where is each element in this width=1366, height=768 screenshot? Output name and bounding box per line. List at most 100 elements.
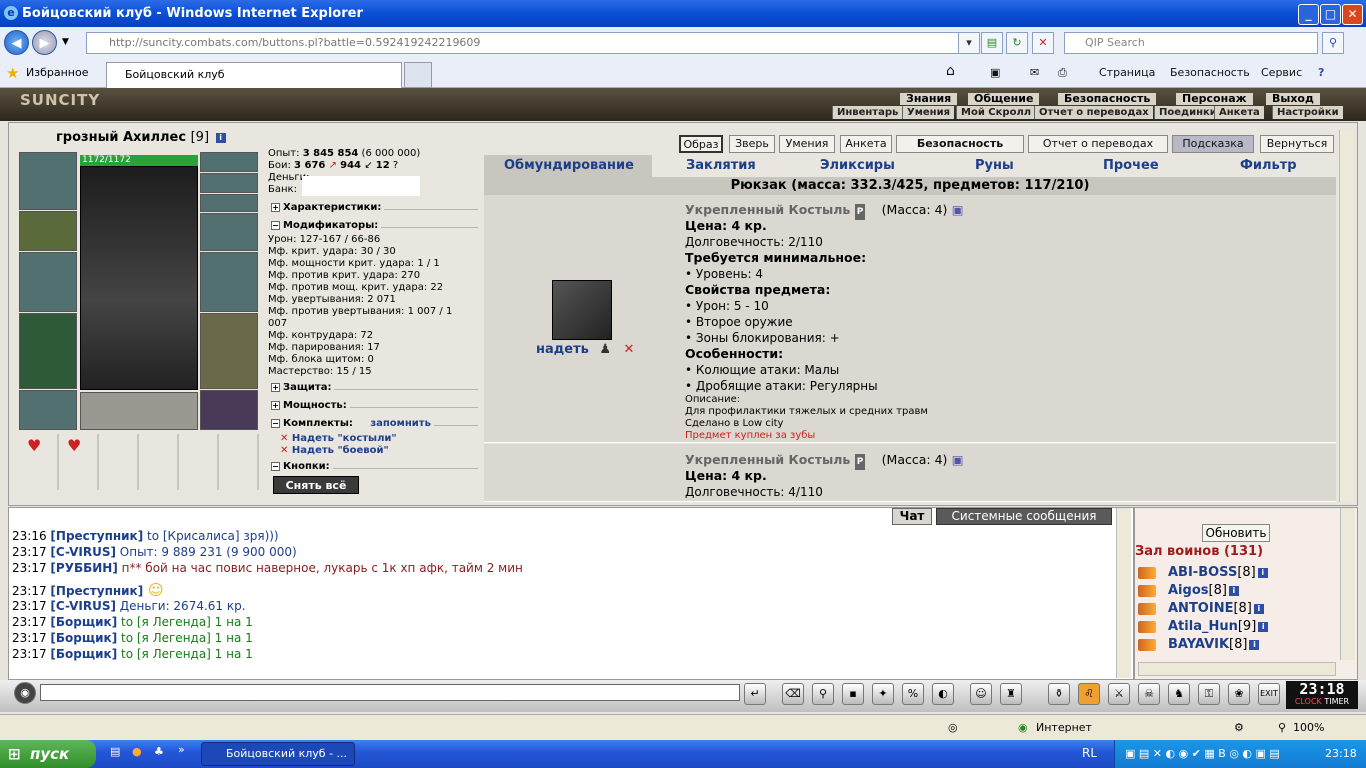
info-icon[interactable]: i (1253, 603, 1264, 614)
set-boevoy[interactable]: ✕ Надеть "боевой" (280, 445, 389, 457)
ghost-icon[interactable]: ☠ (1138, 683, 1160, 705)
user-nick[interactable]: ABI-BOSS (1168, 565, 1237, 580)
fighter-icon[interactable]: ✦ (872, 683, 894, 705)
buttons-header[interactable]: − Кнопки: (268, 460, 478, 474)
system-messages-tab[interactable]: Системные сообщения (936, 508, 1112, 525)
menu-security[interactable]: Безопасность (1058, 93, 1157, 105)
boots-slot[interactable] (200, 390, 258, 430)
taskbar-window-button[interactable]: Бойцовский клуб - ... (201, 742, 355, 766)
url-dropdown-icon[interactable]: ▾ (958, 32, 980, 54)
btn-skills[interactable]: Умения (779, 135, 835, 153)
characteristics-header[interactable]: + Характеристики: (268, 201, 478, 215)
feeds-icon[interactable]: ▣ (990, 66, 1000, 79)
language-indicator[interactable]: RL (1082, 746, 1097, 760)
ring-slots[interactable] (200, 194, 258, 212)
smiley-icon[interactable]: ☺ (970, 683, 992, 705)
armor-slot[interactable] (19, 313, 77, 389)
weapon-right-slot[interactable] (200, 252, 258, 312)
chat-nick[interactable]: [Борщик] (50, 631, 117, 645)
sound-icon[interactable]: ◐ (932, 683, 954, 705)
paw-icon[interactable]: ❀ (1228, 683, 1250, 705)
start-button[interactable]: ⊞ пуск (0, 740, 96, 768)
btn-image[interactable]: Образ (679, 135, 723, 153)
exit-icon[interactable]: EXIT (1258, 683, 1280, 705)
info-icon[interactable]: i (1258, 621, 1269, 632)
modifiers-header[interactable]: − Модификаторы: (268, 219, 478, 233)
rune-slots[interactable] (80, 392, 198, 430)
helmet-slot[interactable] (19, 152, 77, 210)
online-hscroll[interactable] (1138, 662, 1336, 676)
sets-header[interactable]: − Комплекты: запомнить (268, 417, 478, 431)
refresh-button[interactable]: Обновить (1202, 524, 1270, 542)
info-icon[interactable]: i (1257, 567, 1268, 578)
defense-header[interactable]: + Защита: (268, 381, 478, 395)
info-icon[interactable]: i (1249, 639, 1260, 650)
chat-nick[interactable]: [Борщик] (50, 647, 117, 661)
compat-view-icon[interactable]: ▤ (981, 32, 1003, 54)
online-user[interactable]: Atila_Hun[9] i (1138, 619, 1269, 634)
belt-slot[interactable] (19, 390, 77, 430)
btn-security[interactable]: Безопасность (896, 135, 1024, 153)
main-scrollbar[interactable] (1339, 130, 1354, 502)
sword-icon[interactable]: ⚔ (1108, 683, 1130, 705)
leggings-slot[interactable] (200, 313, 258, 389)
user-nick[interactable]: Aigos (1168, 583, 1209, 598)
page-menu[interactable]: Страница (1099, 66, 1155, 79)
back-button[interactable]: ◀ (4, 30, 29, 55)
equip-link[interactable]: надеть ♟ ✕ (536, 342, 634, 357)
menu-knowledge[interactable]: Знания (900, 93, 958, 105)
user-nick[interactable]: BAYAVIK (1168, 637, 1229, 652)
safety-menu[interactable]: Безопасность (1170, 66, 1250, 79)
power-header[interactable]: + Мощность: (268, 399, 478, 413)
print-icon[interactable]: ⎙ (1058, 66, 1067, 80)
protected-mode-icon[interactable]: ⚙ (1234, 715, 1244, 740)
heart-potion-icon[interactable]: ♥ (67, 436, 81, 455)
chat-nick[interactable]: [РУББИН] (50, 561, 117, 575)
btn-transfers[interactable]: Отчет о переводах (1028, 135, 1168, 153)
submenu-inventory[interactable]: Инвентарь (832, 106, 903, 119)
send-icon[interactable]: ↵ (744, 683, 766, 705)
weapon-left-slot[interactable] (19, 252, 77, 312)
gloves-slot[interactable] (200, 213, 258, 251)
save-icon[interactable]: ▪ (842, 683, 864, 705)
submenu-transfers[interactable]: Отчет о переводах (1034, 106, 1153, 119)
url-input[interactable]: http://suncity.combats.com/buttons.pl?ba… (86, 32, 974, 54)
chat-scrollbar[interactable] (1116, 508, 1131, 678)
btn-return[interactable]: Вернуться (1260, 135, 1334, 153)
info-icon[interactable]: i (215, 132, 226, 143)
zoom-level[interactable]: 100% (1293, 715, 1324, 740)
btn-hint[interactable]: Подсказка (1172, 135, 1254, 153)
user-nick[interactable]: ANTOINE (1168, 601, 1233, 616)
eraser-icon[interactable]: ⌫ (782, 683, 804, 705)
chat-tab[interactable]: Чат (892, 508, 932, 525)
chat-nick[interactable]: [Преступник] (50, 584, 143, 598)
forward-button[interactable]: ▶ (32, 30, 57, 55)
quicklaunch-icon[interactable]: ▤ (110, 745, 120, 758)
submenu-scroll[interactable]: Мой Скролл (956, 106, 1036, 119)
bottle-icon[interactable]: ⚱ (1048, 683, 1070, 705)
tab-spells[interactable]: Заклятия (686, 158, 756, 173)
btn-profile[interactable]: Анкета (840, 135, 892, 153)
chat-nick[interactable]: [C-VIRUS] (50, 545, 116, 559)
tab-other[interactable]: Прочее (1103, 158, 1159, 173)
browser-tab[interactable]: Бойцовский клуб (106, 62, 402, 88)
tab-runes[interactable]: Руны (975, 158, 1014, 173)
filter-icon[interactable]: ⚲ (812, 683, 834, 705)
undress-all-button[interactable]: Снять всё (273, 476, 359, 494)
chat-nick[interactable]: [Борщик] (50, 615, 117, 629)
item-image[interactable] (552, 280, 612, 340)
minimize-button[interactable]: _ (1298, 4, 1319, 25)
menu-social[interactable]: Общение (968, 93, 1040, 105)
service-menu[interactable]: Сервис (1261, 66, 1302, 79)
knight-icon[interactable]: ♞ (1168, 683, 1190, 705)
set-costyli[interactable]: ✕ Надеть "костыли" (280, 433, 397, 445)
home-icon[interactable]: ⌂ (946, 63, 955, 79)
heart-potion-icon[interactable]: ♥ (27, 436, 41, 455)
btn-pet[interactable]: Зверь (729, 135, 775, 153)
online-user[interactable]: ANTOINE[8] i (1138, 601, 1264, 616)
chat-input[interactable] (40, 684, 740, 701)
lion-icon[interactable]: ♌ (1078, 683, 1100, 705)
belt-items[interactable]: ♥ ♥ (19, 434, 259, 490)
favorites-label[interactable]: Избранное (26, 66, 88, 79)
chat-nick[interactable]: [Преступник] (50, 529, 143, 543)
